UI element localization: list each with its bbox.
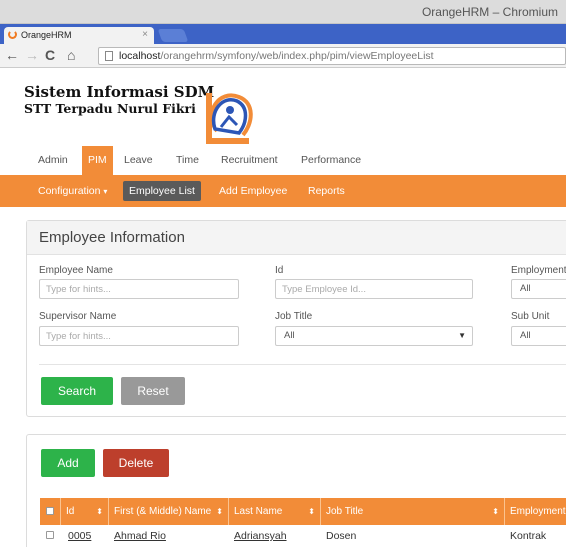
submenu-employee-list[interactable]: Employee List — [123, 181, 201, 201]
orangehrm-favicon-icon — [8, 30, 17, 39]
submenu-configuration[interactable]: Configuration ▾ — [32, 181, 113, 201]
page-icon — [105, 51, 113, 61]
menu-item-leave[interactable]: Leave — [118, 146, 159, 175]
reset-button[interactable]: Reset — [121, 377, 185, 405]
sort-icon: ⬍ — [492, 507, 499, 516]
institution-logo-icon — [206, 93, 253, 144]
employment-status-label: Employment — [511, 265, 566, 276]
job-title-select[interactable]: All ▼ — [275, 326, 473, 346]
sort-icon: ⬍ — [308, 507, 315, 516]
table-row: 0005 Ahmad Rio Adriansyah Dosen Kontrak — [40, 525, 566, 547]
sort-icon: ⬍ — [96, 507, 103, 516]
form-divider — [39, 364, 566, 365]
submenu-configuration-label: Configuration — [38, 185, 101, 197]
employee-name-input[interactable] — [39, 279, 239, 299]
column-header-employment[interactable]: Employment — [505, 498, 566, 525]
url-path: /orangehrm/symfony/web/index.php/pim/vie… — [160, 50, 434, 62]
browser-tab[interactable]: OrangeHRM × — [4, 27, 154, 44]
delete-employee-button[interactable]: Delete — [103, 449, 169, 477]
close-tab-icon[interactable]: × — [142, 29, 148, 40]
submenu-reports[interactable]: Reports — [302, 181, 351, 201]
submenu-add-employee[interactable]: Add Employee — [213, 181, 293, 201]
back-arrow-icon[interactable]: ← — [5, 47, 19, 63]
menu-item-pim[interactable]: PIM — [82, 146, 113, 175]
employee-job-title: Dosen — [326, 530, 357, 542]
url-text: localhost/orangehrm/symfony/web/index.ph… — [119, 50, 434, 62]
employee-last-name-link[interactable]: Adriansyah — [229, 525, 287, 547]
new-tab-button[interactable] — [157, 29, 189, 42]
column-header-first-name-label: First (& Middle) Name — [114, 506, 212, 517]
search-button[interactable]: Search — [41, 377, 113, 405]
address-bar[interactable]: localhost/orangehrm/symfony/web/index.ph… — [98, 47, 566, 65]
sub-unit-label: Sub Unit — [511, 311, 550, 322]
employee-id-link[interactable]: 0005 — [63, 525, 91, 547]
row-checkbox[interactable] — [46, 531, 54, 539]
column-header-last-name[interactable]: Last Name ⬍ — [229, 498, 321, 525]
supervisor-name-input[interactable] — [39, 326, 239, 346]
add-employee-button[interactable]: Add — [41, 449, 95, 477]
sort-icon: ⬍ — [216, 507, 223, 516]
column-header-job-title[interactable]: Job Title ⬍ — [321, 498, 505, 525]
main-menu: Admin PIM Leave Time Recruitment Perform… — [0, 146, 566, 175]
job-title-select-value: All — [284, 330, 295, 341]
employment-status-select[interactable]: All — [511, 279, 566, 299]
browser-toolbar: ← → C ⌂ localhost/orangehrm/symfony/web/… — [0, 44, 566, 68]
browser-tabstrip: OrangeHRM × — [0, 24, 566, 44]
employee-name-label: Employee Name — [39, 265, 113, 276]
supervisor-name-label: Supervisor Name — [39, 311, 117, 322]
window-titlebar: OrangeHRM – Chromium — [0, 0, 566, 24]
employee-search-panel: Employee Information Employee Name Id Em… — [26, 220, 566, 417]
employee-id-label: Id — [275, 265, 284, 276]
menu-item-time[interactable]: Time — [170, 146, 205, 175]
home-icon[interactable]: ⌂ — [67, 47, 75, 63]
url-host: localhost — [119, 50, 161, 62]
chevron-down-icon: ▾ — [103, 187, 108, 196]
column-header-job-title-label: Job Title — [326, 506, 364, 517]
menu-item-recruitment[interactable]: Recruitment — [215, 146, 284, 175]
column-header-id-label: Id — [66, 506, 75, 517]
panel-title: Employee Information — [39, 229, 185, 246]
select-all-checkbox[interactable] — [46, 507, 54, 515]
menu-item-performance[interactable]: Performance — [295, 146, 367, 175]
employee-employment-status: Kontrak — [510, 530, 547, 542]
column-header-last-name-label: Last Name — [234, 506, 283, 517]
column-header-first-name[interactable]: First (& Middle) Name ⬍ — [109, 498, 229, 525]
brand-line-2: STT Terpadu Nurul Fikri — [24, 101, 196, 116]
reload-icon[interactable]: C — [45, 47, 55, 63]
column-header-id[interactable]: Id ⬍ — [61, 498, 109, 525]
brand-line-1: Sistem Informasi SDM — [24, 83, 215, 101]
employee-id-input[interactable] — [275, 279, 473, 299]
sub-unit-select[interactable]: All — [511, 326, 566, 346]
dropdown-caret-icon: ▼ — [458, 331, 466, 340]
column-header-employment-label: Employment — [510, 506, 566, 517]
site-brand: Sistem Informasi SDM STT Terpadu Nurul F… — [24, 84, 214, 117]
forward-arrow-icon[interactable]: → — [25, 47, 39, 63]
sub-menu: Configuration ▾ Employee List Add Employ… — [0, 175, 566, 207]
job-title-label: Job Title — [275, 311, 313, 322]
window-title: OrangeHRM – Chromium — [421, 5, 558, 19]
employee-first-name-link[interactable]: Ahmad Rio — [109, 525, 166, 547]
panel-header: Employee Information — [27, 221, 566, 255]
menu-item-admin[interactable]: Admin — [32, 146, 74, 175]
select-all-cell — [40, 498, 61, 525]
browser-tab-label: OrangeHRM — [21, 30, 72, 40]
employee-table-header: Id ⬍ First (& Middle) Name ⬍ Last Name ⬍ Jo… — [40, 498, 566, 525]
